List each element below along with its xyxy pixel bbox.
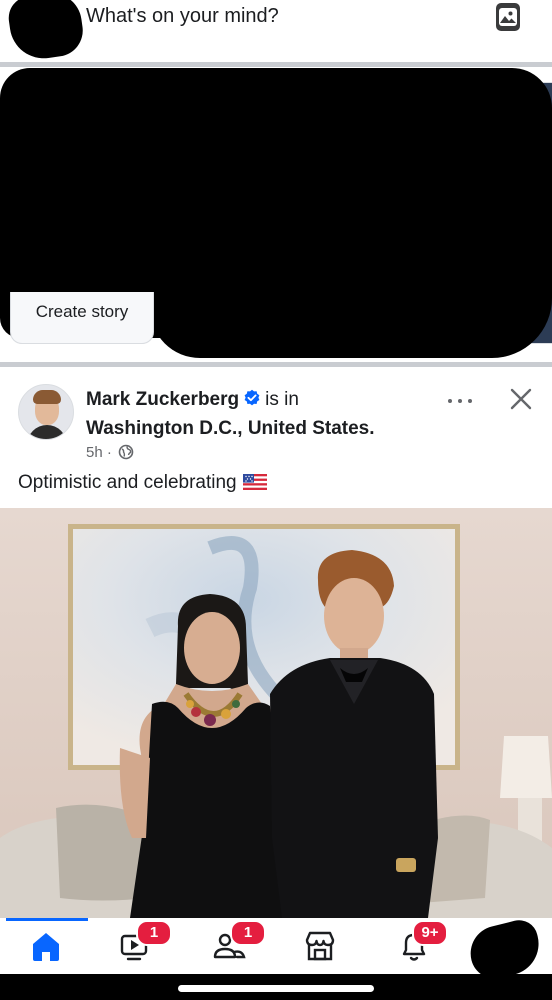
meta-separator: · (106, 444, 112, 461)
friends-badge: 1 (230, 920, 266, 946)
photo-illustration (0, 508, 552, 918)
notifications-icon[interactable]: 9+ (396, 920, 448, 968)
location-link[interactable]: Washington D.C., United States. (86, 418, 375, 439)
video-icon[interactable]: 1 (118, 920, 172, 968)
photo-icon[interactable] (496, 3, 520, 31)
home-indicator[interactable] (178, 985, 374, 992)
marketplace-icon[interactable] (302, 928, 342, 968)
post-time[interactable]: 5h (86, 444, 103, 461)
active-tab-indicator (6, 918, 88, 921)
globe-icon (118, 444, 134, 460)
post-photo[interactable] (0, 508, 552, 918)
section-divider (0, 362, 552, 367)
home-icon[interactable] (28, 928, 68, 968)
verified-badge-icon (244, 389, 260, 406)
post-meta: 5h · (86, 444, 134, 461)
stories-tray: Create story Create story (0, 68, 552, 362)
author-name[interactable]: Mark Zuckerberg (86, 389, 239, 410)
redacted-avatar (5, 0, 87, 63)
redacted-stories (150, 228, 552, 358)
friends-icon[interactable]: 1 (212, 920, 266, 968)
author-line: Mark Zuckerberg is in Washington D.C., Uni… (86, 385, 436, 443)
author-avatar[interactable] (18, 384, 74, 440)
notifications-badge: 9+ (412, 920, 448, 946)
post-text: Optimistic and celebrating (18, 472, 267, 494)
post-caption: Optimistic and celebrating (18, 472, 237, 493)
us-flag-icon (242, 474, 267, 490)
more-icon[interactable] (446, 390, 474, 410)
facebook-feed: What's on your mind? Create story Create… (0, 0, 552, 1000)
post-composer: What's on your mind? (0, 0, 552, 63)
section-divider (0, 62, 552, 67)
status-text: is in (265, 389, 299, 410)
post-header: Mark Zuckerberg is in Washington D.C., Uni… (0, 372, 552, 462)
close-icon[interactable] (508, 386, 534, 412)
video-badge: 1 (136, 920, 172, 946)
bottom-navigation: 1 1 9+ (0, 918, 552, 974)
composer-input[interactable]: What's on your mind? (86, 5, 279, 28)
